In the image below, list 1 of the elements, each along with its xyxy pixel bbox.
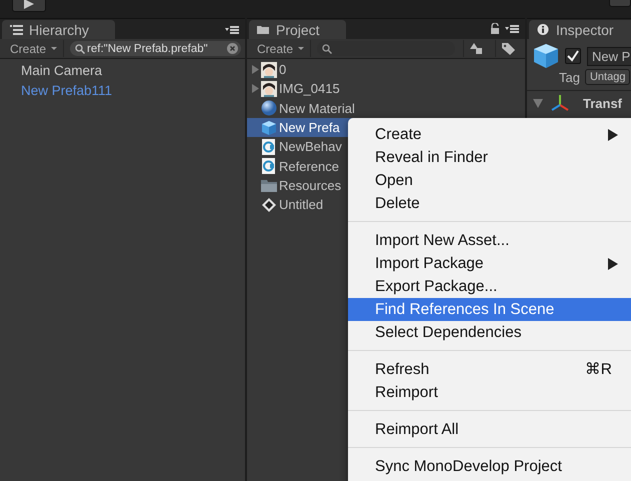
tag-label: Tag — [559, 70, 580, 84]
